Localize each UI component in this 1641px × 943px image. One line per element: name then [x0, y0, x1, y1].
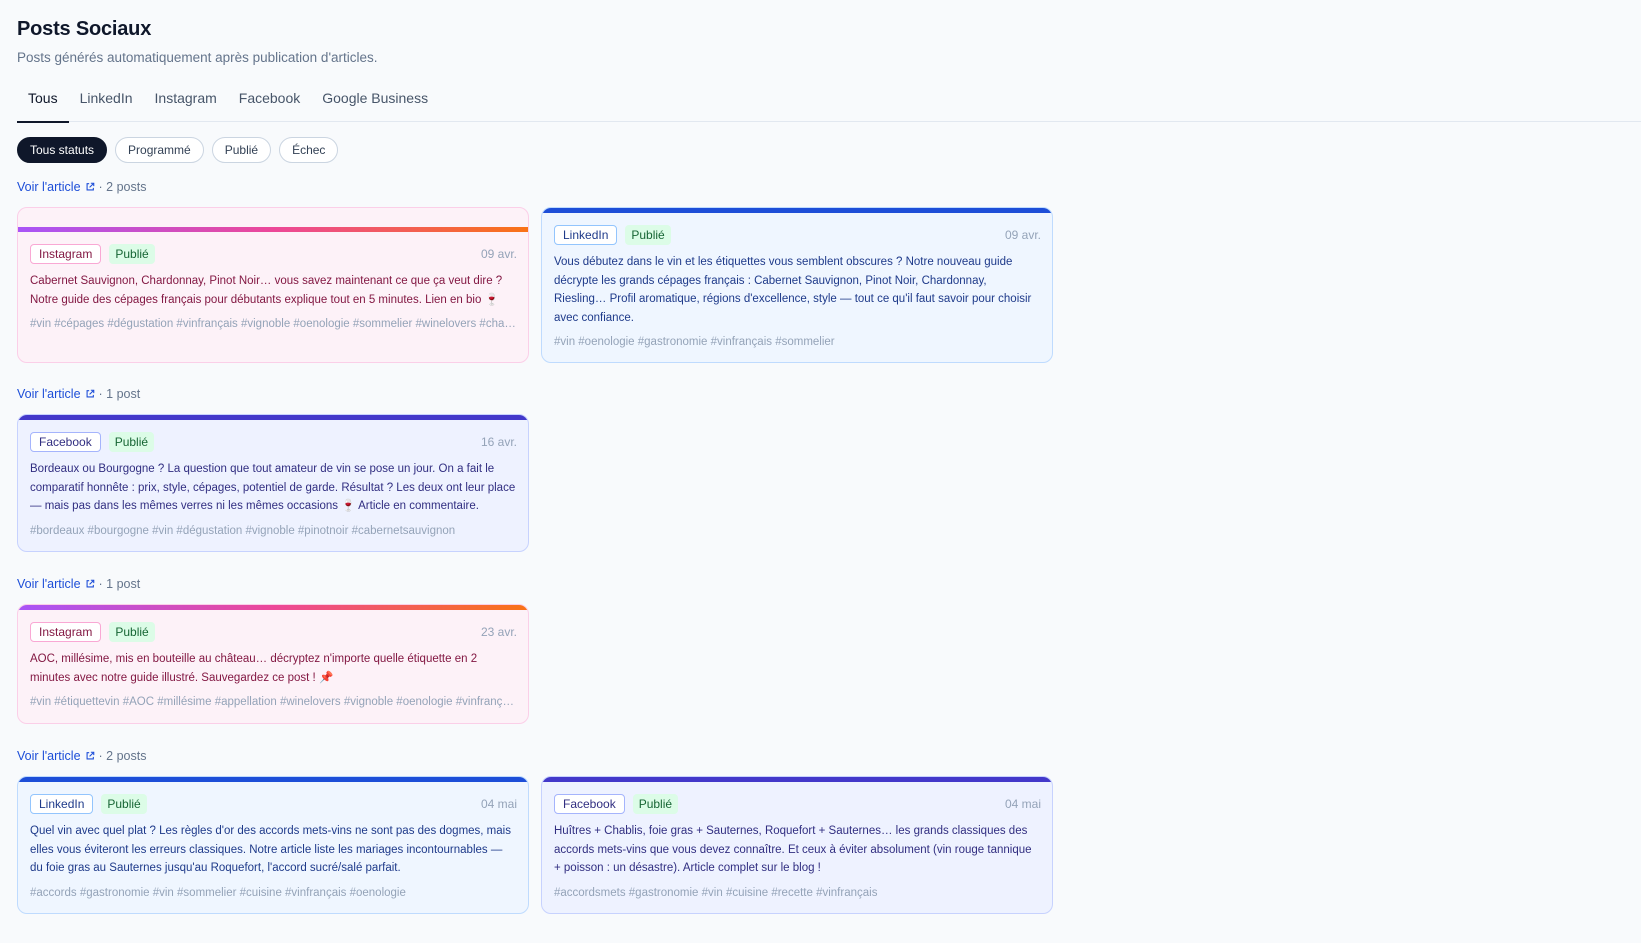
- post-cards: Instagram Publié 09 avr. Cabernet Sauvig…: [17, 207, 1641, 363]
- card-header: Instagram Publié 09 avr.: [30, 244, 517, 264]
- post-date: 04 mai: [480, 797, 517, 811]
- external-link-icon: [86, 579, 94, 588]
- view-article-link[interactable]: Voir l'article: [17, 180, 95, 194]
- tab-google-business[interactable]: Google Business: [311, 85, 439, 122]
- view-article-label: Voir l'article: [17, 749, 81, 763]
- post-hashtags: #vin #cépages #dégustation #vinfrançais …: [30, 318, 517, 331]
- post-text: AOC, millésime, mis en bouteille au chât…: [30, 653, 478, 684]
- view-article-label: Voir l'article: [17, 577, 81, 591]
- facebook-accent-bar: [18, 415, 528, 420]
- post-hashtags: #bordeaux #bourgogne #vin #dégustation #…: [30, 524, 456, 537]
- post-card[interactable]: Facebook Publié 16 avr. Bordeaux ou Bour…: [17, 414, 529, 552]
- article-group: Voir l'article · 2 posts LinkedIn Publié…: [17, 748, 1641, 914]
- instagram-accent-bar: [18, 227, 528, 232]
- instagram-accent-bar: [18, 605, 528, 610]
- facebook-accent-bar: [542, 777, 1052, 782]
- external-link-icon: [86, 182, 94, 191]
- post-text: Bordeaux ou Bourgogne ? La question que …: [30, 463, 516, 513]
- view-article-link[interactable]: Voir l'article: [17, 387, 95, 401]
- post-date: 09 avr.: [480, 247, 517, 261]
- tab-instagram[interactable]: Instagram: [144, 85, 228, 122]
- platform-badge: Instagram: [30, 244, 102, 264]
- card-header: Instagram Publié 23 avr.: [30, 622, 517, 642]
- platform-tabs: Tous LinkedIn Instagram Facebook Google …: [17, 85, 1641, 123]
- platform-badge: Facebook: [554, 794, 625, 814]
- status-badge: Publié: [101, 794, 147, 814]
- linkedin-accent-bar: [542, 208, 1052, 213]
- group-header: Voir l'article · 2 posts: [17, 179, 1641, 195]
- post-hashtags: #vin #oenologie #gastronomie #vinfrançai…: [554, 336, 835, 349]
- post-count: · 1 post: [98, 577, 141, 591]
- post-date: 16 avr.: [480, 435, 517, 449]
- page: Posts Sociaux Posts générés automatiquem…: [0, 0, 1641, 914]
- post-date: 09 avr.: [1004, 228, 1041, 242]
- external-link-icon: [86, 389, 94, 398]
- post-text: Vous débutez dans le vin et les étiquett…: [554, 256, 1032, 324]
- post-card[interactable]: LinkedIn Publié 04 mai Quel vin avec que…: [17, 776, 529, 914]
- card-header: Facebook Publié 04 mai: [554, 794, 1041, 814]
- post-card[interactable]: Instagram Publié 09 avr. Cabernet Sauvig…: [17, 207, 529, 363]
- post-date: 23 avr.: [480, 625, 517, 639]
- group-header: Voir l'article · 2 posts: [17, 748, 1641, 764]
- platform-badge: Instagram: [30, 622, 102, 642]
- platform-badge: Facebook: [30, 432, 101, 452]
- card-header: LinkedIn Publié 09 avr.: [554, 225, 1041, 245]
- group-header: Voir l'article · 1 post: [17, 386, 1641, 402]
- group-header: Voir l'article · 1 post: [17, 576, 1641, 592]
- post-count: · 1 post: [98, 387, 141, 401]
- external-link-icon: [86, 751, 94, 760]
- post-card[interactable]: Instagram Publié 23 avr. AOC, millésime,…: [17, 604, 529, 724]
- post-cards: Facebook Publié 16 avr. Bordeaux ou Bour…: [17, 414, 1641, 552]
- post-cards: LinkedIn Publié 04 mai Quel vin avec que…: [17, 776, 1641, 914]
- filter-failed[interactable]: Échec: [279, 137, 339, 163]
- linkedin-accent-bar: [18, 777, 528, 782]
- post-text: Huîtres + Chablis, foie gras + Sauternes…: [554, 825, 1032, 875]
- post-hashtags: #accords #gastronomie #vin #sommelier #c…: [30, 886, 406, 899]
- post-date: 04 mai: [1004, 797, 1041, 811]
- filter-all-statuses[interactable]: Tous statuts: [17, 137, 108, 163]
- status-badge: Publié: [632, 794, 679, 814]
- platform-badge: LinkedIn: [554, 225, 618, 245]
- post-count: · 2 posts: [98, 749, 147, 763]
- post-hashtags: #vin #étiquettevin #AOC #millésime #appe…: [30, 696, 517, 709]
- article-group: Voir l'article · 2 posts Instagram Publi…: [17, 179, 1641, 363]
- post-text: Quel vin avec quel plat ? Les règles d'o…: [30, 825, 511, 875]
- page-title: Posts Sociaux: [17, 18, 152, 40]
- post-cards: Instagram Publié 23 avr. AOC, millésime,…: [17, 604, 1641, 724]
- tab-linkedin[interactable]: LinkedIn: [69, 85, 144, 122]
- post-card[interactable]: LinkedIn Publié 09 avr. Vous débutez dan…: [541, 207, 1053, 363]
- post-card[interactable]: Facebook Publié 04 mai Huîtres + Chablis…: [541, 776, 1053, 914]
- article-group: Voir l'article · 1 post Facebook Publié …: [17, 386, 1641, 552]
- platform-badge: LinkedIn: [30, 794, 94, 814]
- status-badge: Publié: [109, 622, 155, 642]
- card-header: LinkedIn Publié 04 mai: [30, 794, 517, 814]
- status-badge: Publié: [625, 225, 671, 245]
- card-header: Facebook Publié 16 avr.: [30, 432, 517, 452]
- filter-scheduled[interactable]: Programmé: [115, 137, 204, 163]
- article-group: Voir l'article · 1 post Instagram Publié…: [17, 576, 1641, 724]
- view-article-label: Voir l'article: [17, 387, 81, 401]
- tab-facebook[interactable]: Facebook: [228, 85, 311, 122]
- post-text: Cabernet Sauvignon, Chardonnay, Pinot No…: [30, 275, 503, 306]
- view-article-link[interactable]: Voir l'article: [17, 749, 95, 763]
- status-badge: Publié: [109, 244, 155, 264]
- filter-published[interactable]: Publié: [211, 137, 272, 163]
- tab-all[interactable]: Tous: [17, 85, 69, 123]
- post-count: · 2 posts: [98, 180, 147, 194]
- status-badge: Publié: [108, 432, 155, 452]
- status-filters: Tous statuts Programmé Publié Échec: [17, 137, 1641, 163]
- view-article-label: Voir l'article: [17, 180, 81, 194]
- page-subtitle: Posts générés automatiquement après publ…: [17, 50, 378, 65]
- post-hashtags: #accordsmets #gastronomie #vin #cuisine …: [554, 886, 878, 899]
- view-article-link[interactable]: Voir l'article: [17, 577, 95, 591]
